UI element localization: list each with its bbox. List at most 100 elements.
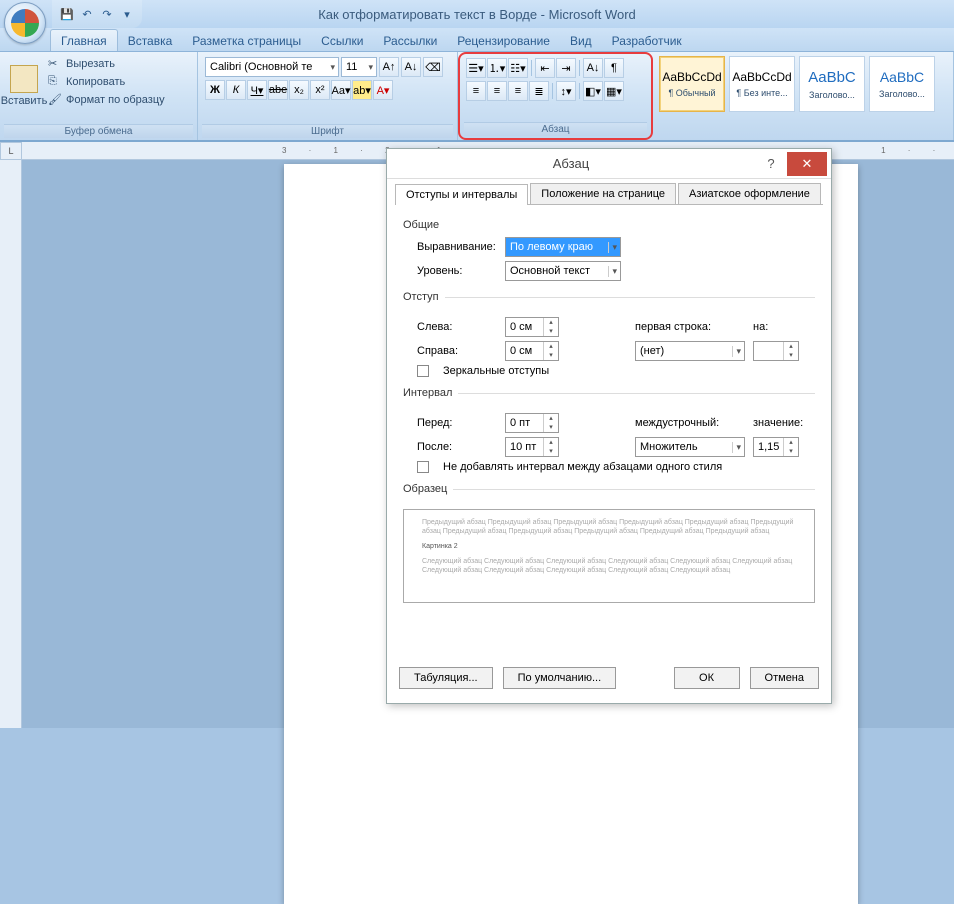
tab-indents[interactable]: Отступы и интервалы <box>395 184 528 205</box>
indent-right-label: Справа: <box>417 345 497 357</box>
paragraph-dialog: Абзац ? ✕ Отступы и интервалы Положение … <box>386 148 832 704</box>
office-button[interactable] <box>4 2 46 44</box>
style-heading2[interactable]: AaBbC Заголово... <box>869 56 935 112</box>
by-label: на: <box>753 321 773 333</box>
paste-icon <box>10 65 38 93</box>
dontadd-checkbox[interactable] <box>417 461 429 473</box>
dialog-title: Абзац <box>387 156 755 171</box>
space-before-spinner[interactable]: 0 пт <box>505 413 559 433</box>
linespacing-label: междустрочный: <box>635 417 745 429</box>
decrease-indent-button[interactable]: ⇤ <box>535 58 555 78</box>
copy-button[interactable]: ⎘Копировать <box>44 74 169 90</box>
format-painter-button[interactable]: 🖌Формат по образцу <box>44 92 169 108</box>
italic-button[interactable]: К <box>226 80 246 100</box>
style-nospacing[interactable]: AaBbCcDd ¶ Без инте... <box>729 56 795 112</box>
group-paragraph: ☰▾ ⒈▾ ☷▾ ⇤ ⇥ A↓ ¶ ≡ ≡ ≡ ≣ ↕▾ ◧▾ ▦▾ <box>458 52 653 140</box>
sort-button[interactable]: A↓ <box>583 58 603 78</box>
tab-linebreaks[interactable]: Положение на странице <box>530 183 676 204</box>
increase-indent-button[interactable]: ⇥ <box>556 58 576 78</box>
borders-button[interactable]: ▦▾ <box>604 81 624 101</box>
firstline-combo[interactable]: (нет) <box>635 341 745 361</box>
align-right-button[interactable]: ≡ <box>508 81 528 101</box>
style-normal[interactable]: AaBbCcDd ¶ Обычный <box>659 56 725 112</box>
dontadd-label: Не добавлять интервал между абзацами одн… <box>443 461 722 473</box>
align-left-button[interactable]: ≡ <box>466 81 486 101</box>
tab-developer[interactable]: Разработчик <box>602 30 692 51</box>
tab-review[interactable]: Рецензирование <box>447 30 560 51</box>
strikethrough-button[interactable]: abe <box>268 80 288 100</box>
align-center-button[interactable]: ≡ <box>487 81 507 101</box>
multilevel-button[interactable]: ☷▾ <box>508 58 528 78</box>
style-heading1[interactable]: AaBbC Заголово... <box>799 56 865 112</box>
window-title: Как отформатировать текст в Ворде - Micr… <box>0 7 954 22</box>
space-after-spinner[interactable]: 10 пт <box>505 437 559 457</box>
align-label: Выравнивание: <box>417 241 497 253</box>
ribbon-tabs: Главная Вставка Разметка страницы Ссылки… <box>0 28 954 52</box>
dialog-tabs: Отступы и интервалы Положение на страниц… <box>395 183 823 205</box>
superscript-button[interactable]: x² <box>310 80 330 100</box>
default-button[interactable]: По умолчанию... <box>503 667 617 689</box>
tabs-button[interactable]: Табуляция... <box>399 667 493 689</box>
dialog-titlebar: Абзац ? ✕ <box>387 149 831 179</box>
group-label-font: Шрифт <box>202 124 453 138</box>
cut-button[interactable]: ✂Вырезать <box>44 56 169 72</box>
brush-icon: 🖌 <box>48 93 62 107</box>
level-label: Уровень: <box>417 265 497 277</box>
tab-asian[interactable]: Азиатское оформление <box>678 183 821 204</box>
tab-references[interactable]: Ссылки <box>311 30 373 51</box>
shading-button[interactable]: ◧▾ <box>583 81 603 101</box>
linespacing-at-spinner[interactable]: 1,15 <box>753 437 799 457</box>
tab-insert[interactable]: Вставка <box>118 30 183 51</box>
tab-pagelayout[interactable]: Разметка страницы <box>182 30 311 51</box>
group-clipboard: Вставить ✂Вырезать ⎘Копировать 🖌Формат п… <box>0 52 198 140</box>
numbering-button[interactable]: ⒈▾ <box>487 58 507 78</box>
highlight-button[interactable]: ab▾ <box>352 80 372 100</box>
tab-home[interactable]: Главная <box>50 29 118 51</box>
section-preview: Образец <box>403 483 453 495</box>
mirror-indents-checkbox[interactable] <box>417 365 429 377</box>
scissors-icon: ✂ <box>48 57 62 71</box>
vertical-ruler[interactable] <box>0 160 22 728</box>
linespacing-combo[interactable]: Множитель <box>635 437 745 457</box>
group-styles: AaBbCcDd ¶ Обычный AaBbCcDd ¶ Без инте..… <box>653 52 954 140</box>
space-after-label: После: <box>417 441 497 453</box>
ok-button[interactable]: ОК <box>674 667 740 689</box>
bullets-button[interactable]: ☰▾ <box>466 58 486 78</box>
help-button[interactable]: ? <box>755 156 787 171</box>
indent-left-spinner[interactable]: 0 см <box>505 317 559 337</box>
subscript-button[interactable]: x₂ <box>289 80 309 100</box>
change-case-button[interactable]: Aa▾ <box>331 80 351 100</box>
firstline-by-spinner[interactable] <box>753 341 799 361</box>
tab-mailings[interactable]: Рассылки <box>373 30 447 51</box>
copy-icon: ⎘ <box>48 75 62 89</box>
mirror-indents-label: Зеркальные отступы <box>443 365 549 377</box>
indent-right-spinner[interactable]: 0 см <box>505 341 559 361</box>
font-color-button[interactable]: A▾ <box>373 80 393 100</box>
tab-view[interactable]: Вид <box>560 30 602 51</box>
firstline-label: первая строка: <box>635 321 745 333</box>
outline-level-combo[interactable]: Основной текст <box>505 261 621 281</box>
font-size-combo[interactable]: 11 <box>341 57 377 77</box>
section-indent: Отступ <box>403 291 445 303</box>
show-marks-button[interactable]: ¶ <box>604 58 624 78</box>
title-bar: 💾 ↶ ↷ ▾ Как отформатировать текст в Ворд… <box>0 0 954 28</box>
indent-left-label: Слева: <box>417 321 497 333</box>
group-label-clipboard: Буфер обмена <box>4 124 193 138</box>
shrink-font-button[interactable]: A↓ <box>401 57 421 77</box>
at-label: значение: <box>753 417 803 429</box>
section-spacing: Интервал <box>403 387 458 399</box>
paste-button[interactable]: Вставить <box>4 54 44 118</box>
font-family-combo[interactable]: Calibri (Основной те <box>205 57 339 77</box>
close-button[interactable]: ✕ <box>787 152 827 176</box>
bold-button[interactable]: Ж <box>205 80 225 100</box>
group-font: Calibri (Основной те 11 A↑ A↓ ⌫ Ж К Ч▾ a… <box>198 52 458 140</box>
group-label-paragraph: Абзац <box>464 122 647 136</box>
grow-font-button[interactable]: A↑ <box>379 57 399 77</box>
justify-button[interactable]: ≣ <box>529 81 549 101</box>
clear-formatting-button[interactable]: ⌫ <box>423 57 443 77</box>
alignment-combo[interactable]: По левому краю <box>505 237 621 257</box>
cancel-button[interactable]: Отмена <box>750 667 819 689</box>
underline-button[interactable]: Ч▾ <box>247 80 267 100</box>
preview-box: Предыдущий абзац Предыдущий абзац Предыд… <box>403 509 815 603</box>
line-spacing-button[interactable]: ↕▾ <box>556 81 576 101</box>
